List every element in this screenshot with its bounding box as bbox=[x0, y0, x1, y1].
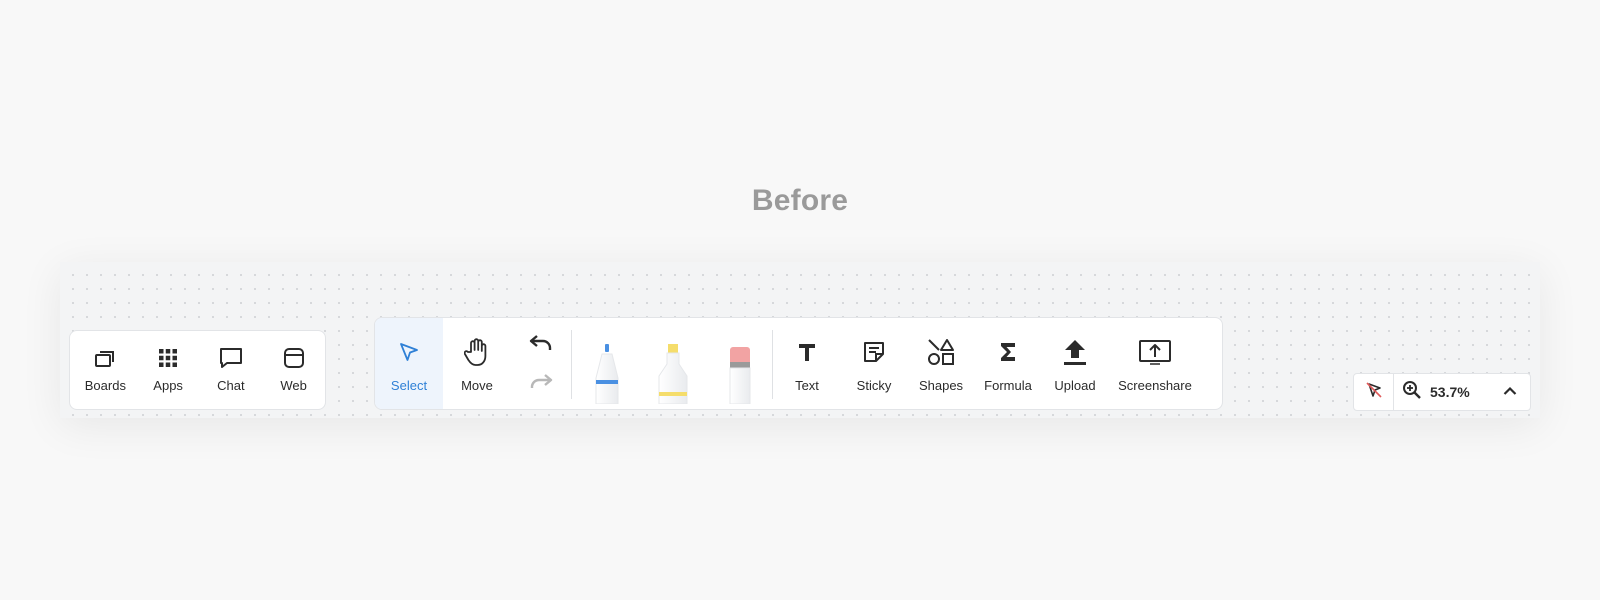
move-label: Move bbox=[461, 378, 493, 393]
select-label: Select bbox=[390, 378, 428, 393]
tools-panel: Select Move Text Sticky Shapes Formula U… bbox=[374, 317, 1223, 410]
move-tool-button[interactable]: Move bbox=[443, 318, 511, 409]
screenshare-label: Screenshare bbox=[1118, 378, 1192, 393]
chat-button[interactable]: Chat bbox=[200, 331, 263, 409]
pointer-toggle-button[interactable] bbox=[1354, 374, 1394, 410]
undo-button[interactable] bbox=[524, 330, 558, 360]
screenshare-tool-button[interactable]: Screenshare bbox=[1109, 318, 1201, 409]
shapes-label: Shapes bbox=[918, 378, 964, 393]
whiteboard-canvas[interactable]: Boards Apps Chat Web Select Move Text St… bbox=[60, 262, 1540, 418]
sticky-tool-button[interactable]: Sticky bbox=[841, 318, 907, 409]
chat-label: Chat bbox=[217, 378, 245, 393]
formula-label: Formula bbox=[984, 378, 1032, 393]
zoom-in-icon bbox=[1402, 380, 1422, 405]
upload-label: Upload bbox=[1054, 378, 1096, 393]
apps-grid-icon bbox=[158, 345, 178, 371]
hand-icon bbox=[464, 335, 490, 369]
eraser-tool[interactable] bbox=[726, 342, 754, 409]
sigma-icon bbox=[999, 335, 1017, 369]
shapes-tool-button[interactable]: Shapes bbox=[907, 318, 975, 409]
text-label: Text bbox=[795, 378, 819, 393]
redo-icon bbox=[529, 371, 553, 394]
history-controls bbox=[511, 318, 571, 409]
web-button[interactable]: Web bbox=[262, 331, 325, 409]
pointer-off-icon bbox=[1364, 380, 1384, 405]
upload-icon bbox=[1063, 335, 1087, 369]
drawing-tools bbox=[572, 318, 772, 409]
text-tool-button[interactable]: Text bbox=[773, 318, 841, 409]
cursor-arrow-icon bbox=[398, 335, 420, 369]
undo-icon bbox=[529, 334, 553, 357]
formula-tool-button[interactable]: Formula bbox=[975, 318, 1041, 409]
redo-button[interactable] bbox=[524, 367, 558, 397]
select-tool-button[interactable]: Select bbox=[375, 318, 443, 409]
zoom-menu-toggle[interactable] bbox=[1490, 374, 1530, 410]
boards-label: Boards bbox=[84, 378, 126, 393]
boards-icon bbox=[94, 345, 116, 371]
highlighter-tool[interactable] bbox=[656, 342, 690, 409]
page-heading: Before bbox=[751, 184, 849, 217]
web-label: Web bbox=[280, 378, 307, 393]
text-t-icon bbox=[797, 335, 817, 369]
zoom-panel: 53.7% bbox=[1353, 373, 1531, 411]
upload-tool-button[interactable]: Upload bbox=[1041, 318, 1109, 409]
sticky-note-icon bbox=[863, 335, 885, 369]
zoom-in-button[interactable] bbox=[1394, 374, 1430, 410]
pen-tool[interactable] bbox=[592, 342, 622, 409]
apps-label: Apps bbox=[153, 378, 183, 393]
boards-button[interactable]: Boards bbox=[74, 331, 137, 409]
screenshare-icon bbox=[1138, 335, 1172, 369]
zoom-level[interactable]: 53.7% bbox=[1430, 374, 1490, 410]
chevron-up-icon bbox=[1503, 383, 1517, 401]
sticky-label: Sticky bbox=[856, 378, 892, 393]
shapes-icon bbox=[927, 335, 955, 369]
chat-bubble-icon bbox=[219, 345, 243, 371]
apps-button[interactable]: Apps bbox=[137, 331, 200, 409]
nav-panel: Boards Apps Chat Web bbox=[69, 330, 326, 410]
browser-window-icon bbox=[283, 345, 305, 371]
